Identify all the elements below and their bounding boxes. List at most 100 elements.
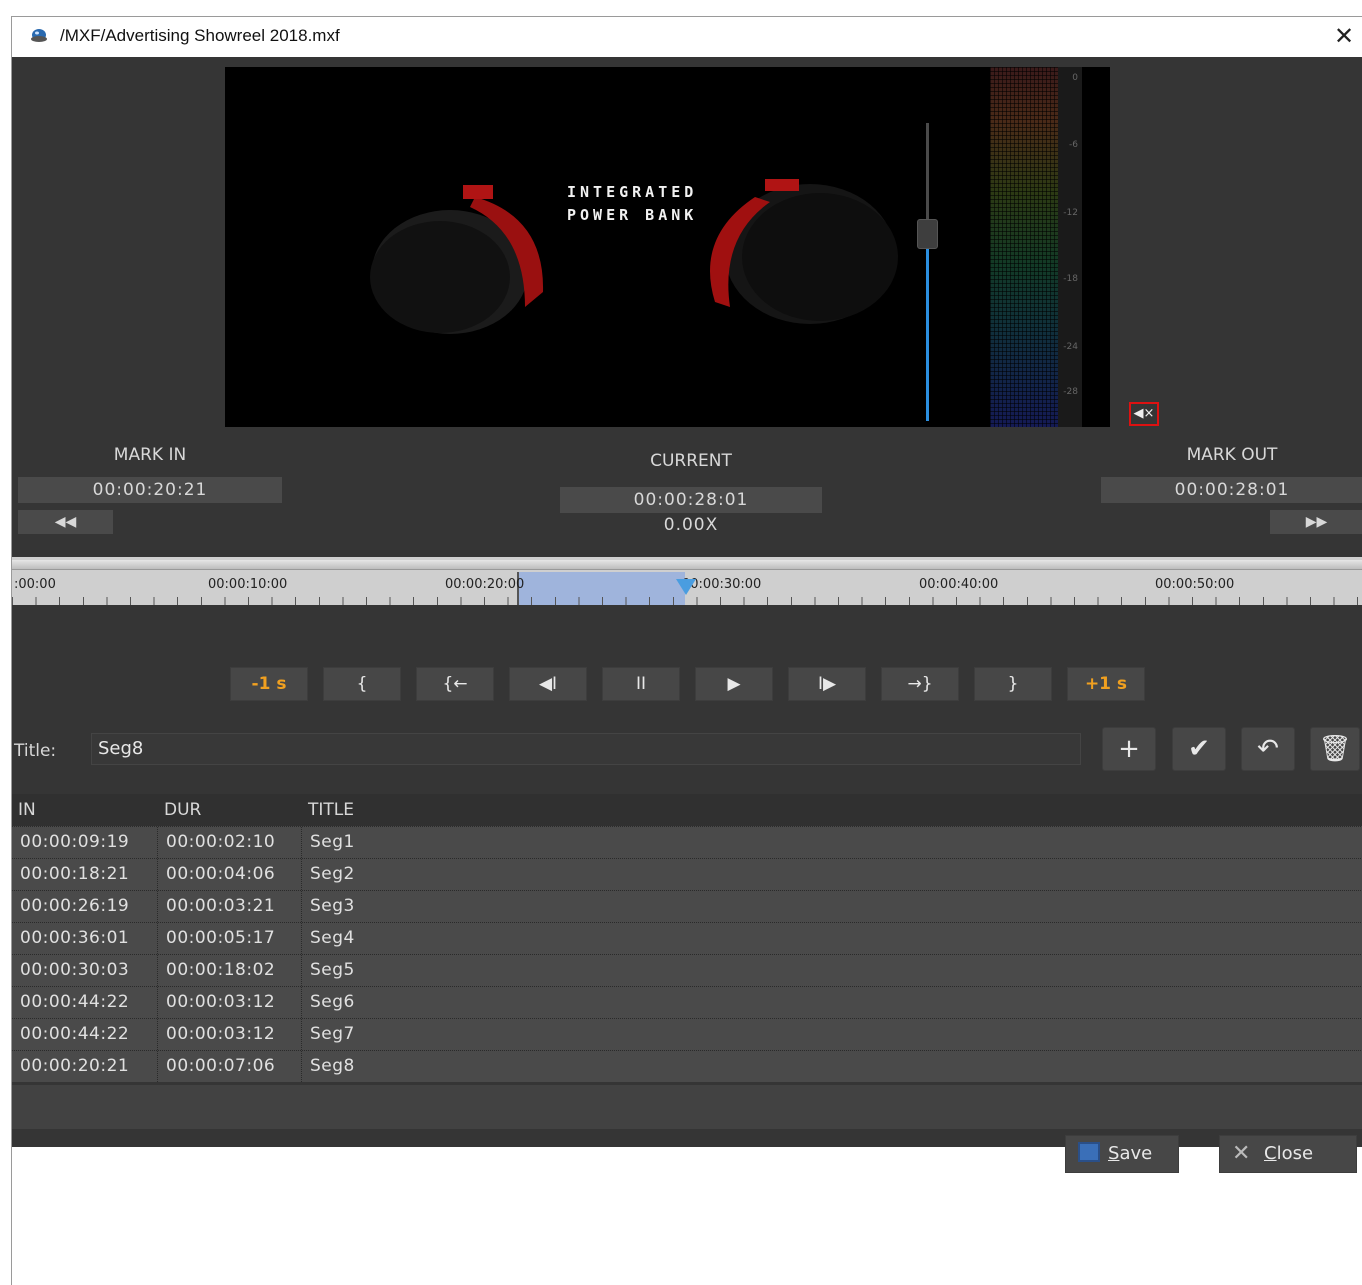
pause-button[interactable]: II (602, 667, 680, 701)
playhead-icon[interactable] (676, 579, 696, 595)
undo-button[interactable]: ↶ (1241, 727, 1295, 771)
table-row[interactable]: 00:00:18:21 00:00:04:06 Seg2 (12, 858, 1362, 890)
table-row[interactable]: 00:00:44:22 00:00:03:12 Seg7 (12, 1018, 1362, 1050)
timeline[interactable]: :00:00 00:00:10:00 00:00:20:00 00:00:30:… (12, 557, 1362, 605)
step-back-button[interactable]: ◀I (509, 667, 587, 701)
cell-dur: 00:00:03:21 (158, 891, 302, 922)
rewind-button[interactable]: ◀◀ (18, 510, 113, 534)
column-header-title[interactable]: TITLE (302, 794, 354, 826)
meter-scale: 0 -6 -12 -18 -24 -28 (1058, 67, 1082, 427)
cell-title: Seg7 (310, 1024, 355, 1044)
cell-in: 00:00:20:21 (12, 1051, 158, 1082)
volume-slider-handle[interactable] (917, 219, 938, 249)
table-row[interactable]: 00:00:20:21 00:00:07:06 Seg8 (12, 1050, 1362, 1082)
cell-dur: 00:00:05:17 (158, 923, 302, 954)
column-header-dur[interactable]: DUR (158, 794, 201, 826)
go-to-mark-out-button[interactable]: } (974, 667, 1052, 701)
table-row[interactable]: 00:00:36:01 00:00:05:17 Seg4 (12, 922, 1362, 954)
segments-table: IN DUR TITLE 00:00:09:19 00:00:02:10 Seg1 0… (12, 794, 1362, 1082)
cell-in: 00:00:18:21 (12, 859, 158, 890)
cell-in: 00:00:26:19 (12, 891, 158, 922)
play-button[interactable]: ▶ (695, 667, 773, 701)
app-icon (31, 29, 47, 42)
step-forward-button[interactable]: I▶ (788, 667, 866, 701)
segment-editor-window: /MXF/Advertising Showreel 2018.mxf ✕ INT… (11, 16, 1362, 1285)
mark-out-timecode: 00:00:28:01 (1101, 477, 1362, 503)
video-frame (370, 179, 898, 334)
cell-dur: 00:00:18:02 (158, 955, 302, 986)
timeline-label: 00:00:40:00 (919, 577, 999, 592)
set-mark-out-button[interactable]: →} (881, 667, 959, 701)
cell-in: 00:00:09:19 (12, 827, 158, 858)
table-empty-area (12, 1085, 1362, 1129)
cell-in: 00:00:44:22 (12, 987, 158, 1018)
title-label: Title: (14, 741, 57, 761)
title-input[interactable]: Seg8 (91, 733, 1081, 765)
close-icon: ✕ (1232, 1141, 1251, 1166)
cell-dur: 00:00:03:12 (158, 987, 302, 1018)
table-body: 00:00:09:19 00:00:02:10 Seg1 00:00:18:21 00:… (12, 826, 1362, 1082)
cell-dur: 00:00:02:10 (158, 827, 302, 858)
save-label: ave (1119, 1143, 1153, 1164)
cell-title: Seg1 (310, 832, 355, 852)
meter-tick: 0 (1072, 73, 1078, 83)
meter-tick: -24 (1063, 342, 1078, 352)
audio-level-meter (990, 67, 1058, 427)
cell-dur: 00:00:04:06 (158, 859, 302, 890)
timeline-label: 00:00:50:00 (1155, 577, 1235, 592)
window-close-icon[interactable]: ✕ (1329, 21, 1359, 51)
window-title: /MXF/Advertising Showreel 2018.mxf (60, 26, 340, 45)
cell-in: 00:00:44:22 (12, 1019, 158, 1050)
overlay-text-line2: POWER BANK (567, 206, 698, 224)
current-label: CURRENT (650, 451, 732, 471)
mute-icon[interactable]: ◀× (1129, 402, 1159, 426)
cell-in: 00:00:36:01 (12, 923, 158, 954)
table-row[interactable]: 00:00:44:22 00:00:03:12 Seg6 (12, 986, 1362, 1018)
meter-tick: -18 (1063, 274, 1078, 284)
table-row[interactable]: 00:00:30:03 00:00:18:02 Seg5 (12, 954, 1362, 986)
cell-title: Seg8 (310, 1056, 355, 1076)
volume-slider-fill (926, 242, 929, 421)
add-segment-button[interactable]: + (1102, 727, 1156, 771)
set-mark-in-button[interactable]: {← (416, 667, 494, 701)
timeline-label: 00:00:10:00 (208, 577, 288, 592)
save-icon (1078, 1142, 1100, 1162)
playback-speed: 0.00X (663, 515, 719, 535)
cell-dur: 00:00:03:12 (158, 1019, 302, 1050)
cell-title: Seg5 (310, 960, 355, 980)
minus-1s-button[interactable]: -1 s (230, 667, 308, 701)
current-timecode: 00:00:28:01 (560, 487, 822, 513)
meter-tick: -28 (1063, 387, 1078, 397)
cell-dur: 00:00:07:06 (158, 1051, 302, 1082)
meter-tick: -12 (1063, 208, 1078, 218)
timeline-range-bar[interactable] (12, 560, 1362, 570)
mark-out-label: MARK OUT (1186, 445, 1278, 465)
cell-title: Seg6 (310, 992, 355, 1012)
video-preview: INTEGRATED POWER BANK 0 -6 -12 -18 -24 -… (225, 67, 1110, 427)
close-label: lose (1276, 1143, 1314, 1164)
plus-1s-button[interactable]: +1 s (1067, 667, 1145, 701)
cell-title: Seg4 (310, 928, 355, 948)
delete-segment-button[interactable]: 🗑 (1310, 727, 1360, 771)
confirm-segment-button[interactable]: ✔ (1172, 727, 1226, 771)
close-mnemonic: C (1264, 1143, 1277, 1164)
title-bar: /MXF/Advertising Showreel 2018.mxf ✕ (12, 17, 1362, 57)
column-header-in[interactable]: IN (12, 794, 36, 826)
save-mnemonic: S (1108, 1143, 1120, 1164)
timeline-label: :00:00 (14, 577, 56, 592)
cell-in: 00:00:30:03 (12, 955, 158, 986)
cell-title: Seg2 (310, 864, 355, 884)
table-header: IN DUR TITLE (12, 794, 1362, 826)
go-to-mark-in-button[interactable]: { (323, 667, 401, 701)
timeline-label: 00:00:20:00 (445, 577, 525, 592)
mark-in-label: MARK IN (113, 445, 187, 465)
cell-title: Seg3 (310, 896, 355, 916)
table-row[interactable]: 00:00:09:19 00:00:02:10 Seg1 (12, 826, 1362, 858)
table-row[interactable]: 00:00:26:19 00:00:03:21 Seg3 (12, 890, 1362, 922)
editor-panel: INTEGRATED POWER BANK 0 -6 -12 -18 -24 -… (12, 57, 1362, 1173)
save-button[interactable]: Save (1065, 1135, 1179, 1173)
fast-forward-button[interactable]: ▶▶ (1270, 510, 1362, 534)
meter-tick: -6 (1069, 140, 1078, 150)
overlay-text-line1: INTEGRATED (567, 183, 698, 201)
close-button[interactable]: ✕ Close (1219, 1135, 1357, 1173)
